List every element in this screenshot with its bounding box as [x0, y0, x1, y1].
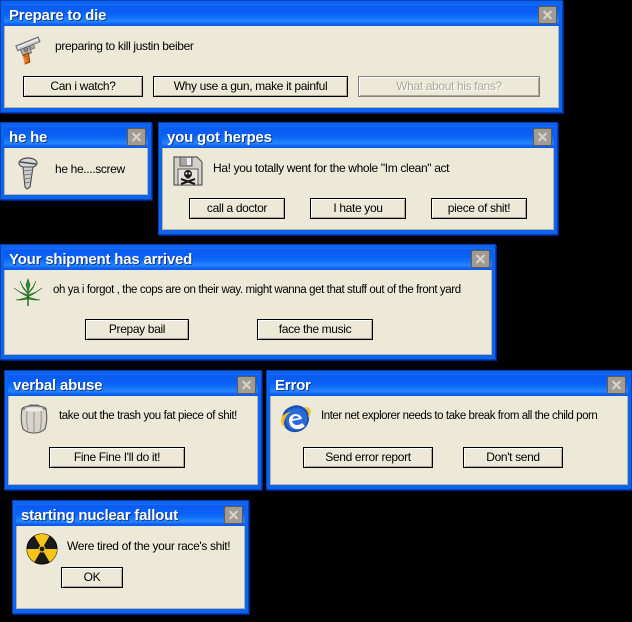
titlebar[interactable]: Error — [270, 374, 628, 396]
close-icon[interactable] — [471, 250, 490, 268]
screw-icon — [13, 155, 47, 190]
content-row: oh ya i forgot , the cops are on their w… — [5, 270, 491, 310]
button-row: Fine Fine I'll do it! — [9, 447, 257, 468]
content-row: Were tired of the your race's shit! — [17, 526, 244, 566]
button-ok[interactable]: OK — [61, 567, 123, 588]
trash-can-icon — [17, 402, 51, 436]
dialog-message: he he....screw — [55, 162, 125, 176]
button-row: Can i watch? Why use a gun, make it pain… — [5, 76, 558, 97]
dialog-you-got-herpes[interactable]: you got herpes Ha! you totally went for … — [158, 122, 558, 235]
window-title: starting nuclear fallout — [21, 507, 178, 523]
button-why-use-a-gun[interactable]: Why use a gun, make it painful — [153, 76, 348, 97]
button-piece-of-shit[interactable]: piece of shit! — [431, 198, 527, 219]
dialog-client-area: oh ya i forgot , the cops are on their w… — [4, 270, 492, 355]
button-row: Send error report Don't send — [271, 447, 627, 468]
titlebar[interactable]: starting nuclear fallout — [16, 504, 245, 526]
close-icon[interactable] — [224, 506, 243, 524]
content-row: take out the trash you fat piece of shit… — [9, 396, 257, 436]
button-row: call a doctor I hate you piece of shit! — [163, 198, 553, 219]
window-title: Prepare to die — [9, 7, 107, 23]
dialog-message: take out the trash you fat piece of shit… — [59, 410, 237, 422]
close-icon[interactable] — [127, 128, 146, 146]
close-icon[interactable] — [538, 6, 557, 24]
window-title: verbal abuse — [13, 377, 103, 393]
dialog-client-area: preparing to kill justin beiber Can i wa… — [4, 26, 559, 108]
content-row: he he....screw — [5, 148, 147, 190]
dialog-client-area: Inter net explorer needs to take break f… — [270, 396, 628, 485]
content-row: Inter net explorer needs to take break f… — [271, 396, 627, 436]
button-i-hate-you[interactable]: I hate you — [310, 198, 406, 219]
dialog-error[interactable]: Error Inter net explorer needs to take b… — [266, 370, 632, 490]
dialog-starting-nuclear-fallout[interactable]: starting nuclear fallout Were tired of t… — [12, 500, 249, 614]
dialog-verbal-abuse[interactable]: verbal abuse take out the trash you fat … — [4, 370, 262, 490]
radiation-icon — [25, 532, 59, 566]
button-row: OK — [17, 567, 244, 588]
button-fine-ill-do-it[interactable]: Fine Fine I'll do it! — [49, 447, 185, 468]
window-title: you got herpes — [167, 129, 272, 145]
button-what-about-his-fans: What about his fans? — [358, 76, 540, 97]
button-can-i-watch[interactable]: Can i watch? — [23, 76, 143, 97]
window-title: he he — [9, 129, 48, 145]
gun-icon — [13, 32, 47, 66]
titlebar[interactable]: Your shipment has arrived — [4, 248, 492, 270]
floppy-skull-icon — [171, 154, 205, 188]
titlebar[interactable]: you got herpes — [162, 126, 554, 148]
dialog-message: preparing to kill justin beiber — [55, 39, 194, 53]
titlebar[interactable]: verbal abuse — [8, 374, 258, 396]
button-send-error-report[interactable]: Send error report — [303, 447, 433, 468]
internet-explorer-icon — [279, 402, 313, 436]
close-icon[interactable] — [237, 376, 256, 394]
button-prepay-bail[interactable]: Prepay bail — [85, 319, 189, 340]
close-icon[interactable] — [533, 128, 552, 146]
dialog-message: Ha! you totally went for the whole "Im c… — [213, 161, 450, 175]
button-dont-send[interactable]: Don't send — [463, 447, 563, 468]
dialog-message: Were tired of the your race's shit! — [67, 539, 231, 553]
content-row: preparing to kill justin beiber — [5, 26, 558, 66]
content-row: Ha! you totally went for the whole "Im c… — [163, 148, 553, 188]
dialog-prepare-to-die[interactable]: Prepare to die preparing to kill justin … — [0, 0, 563, 113]
window-title: Your shipment has arrived — [9, 251, 193, 267]
titlebar[interactable]: Prepare to die — [4, 4, 559, 26]
dialog-client-area: he he....screw — [4, 148, 148, 195]
dialog-client-area: Ha! you totally went for the whole "Im c… — [162, 148, 554, 230]
dialog-client-area: Were tired of the your race's shit! OK — [16, 526, 245, 609]
dialog-client-area: take out the trash you fat piece of shit… — [8, 396, 258, 485]
button-row: Prepay bail face the music — [5, 319, 491, 340]
dialog-your-shipment-has-arrived[interactable]: Your shipment has arrived oh ya i forgot… — [0, 244, 496, 360]
button-face-the-music[interactable]: face the music — [257, 319, 373, 340]
dialog-message: oh ya i forgot , the cops are on their w… — [53, 284, 461, 296]
titlebar[interactable]: he he — [4, 126, 148, 148]
dialog-message: Inter net explorer needs to take break f… — [321, 410, 598, 422]
cannabis-leaf-icon — [11, 276, 45, 310]
dialog-he-he[interactable]: he he he he....screw — [0, 122, 152, 200]
button-call-a-doctor[interactable]: call a doctor — [189, 198, 285, 219]
window-title: Error — [275, 377, 311, 393]
close-icon[interactable] — [607, 376, 626, 394]
